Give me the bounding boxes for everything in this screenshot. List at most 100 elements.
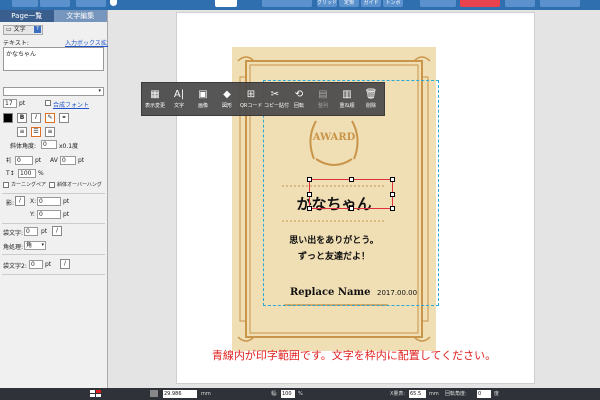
shape-icon: ◆ xyxy=(223,89,231,100)
resize-handle[interactable] xyxy=(307,192,312,197)
rotation-unit: x0.1度 xyxy=(59,143,79,150)
xscale-input[interactable]: 65.5 xyxy=(409,390,426,398)
text-tool-button[interactable]: A| 文字 xyxy=(168,87,190,115)
view-change-button[interactable]: ▦ 表示変更 xyxy=(144,87,166,115)
bold-button[interactable]: B xyxy=(17,113,27,123)
tool-label: 整列 xyxy=(317,103,328,109)
ruler-button[interactable]: 定規 xyxy=(339,0,359,7)
top-button-2[interactable] xyxy=(40,0,70,7)
text-icon: A| xyxy=(173,89,185,100)
top-button-right2[interactable] xyxy=(505,0,535,7)
xscale-label: X量表: xyxy=(390,391,406,397)
rotation-angle-input[interactable]: 0 xyxy=(477,390,491,398)
top-button-1[interactable] xyxy=(12,0,38,7)
align-right-icon[interactable]: ≡ xyxy=(45,127,55,137)
resize-handle[interactable] xyxy=(390,192,395,197)
width-label: 幅: xyxy=(271,391,278,397)
font-size-input[interactable]: 17 xyxy=(3,99,17,108)
grid-icon xyxy=(90,394,95,397)
position-icon xyxy=(150,390,158,397)
top-button-main[interactable] xyxy=(262,0,312,7)
print-area-notice: 青線内が印字範囲です。文字を枠内に配置してください。 xyxy=(211,349,497,362)
italic-button[interactable]: I xyxy=(31,113,41,123)
bottom-status-bar: 29.986 mm 幅: 100 % X量表: 65.5 mm 回転角度: 0 … xyxy=(0,388,600,400)
chevron-down-icon: ▾ xyxy=(98,88,101,94)
top-button-right3[interactable] xyxy=(540,0,580,7)
overhang-label: 斜体オーバーハング xyxy=(57,182,102,188)
synth-font-link[interactable]: 合成フォント xyxy=(53,100,89,109)
image-tool-button[interactable]: ▣ 画像 xyxy=(192,87,214,115)
align-left-icon[interactable]: ≡ xyxy=(17,127,27,137)
tab-text-edit[interactable]: 文字編集 xyxy=(53,10,107,22)
tracking-input[interactable]: 0 xyxy=(15,156,33,165)
outline2-input[interactable]: 0 xyxy=(29,260,43,269)
top-button-right[interactable] xyxy=(420,0,456,7)
scale-input[interactable]: 100 xyxy=(18,169,36,178)
x-position-input[interactable]: 29.986 xyxy=(163,390,197,398)
shadow-y-value: 0 xyxy=(39,211,43,218)
tab-page-list[interactable]: Page一覧 xyxy=(0,10,54,22)
resize-handle[interactable] xyxy=(349,177,354,182)
overhang-checkbox[interactable] xyxy=(49,182,55,188)
rotation-angle-label: 回転角度: xyxy=(445,391,467,397)
shadow-x-input[interactable]: 0 xyxy=(37,197,61,206)
outline-color-swatch[interactable]: ∕ xyxy=(52,226,62,236)
width-unit: % xyxy=(298,391,303,397)
print-button[interactable] xyxy=(460,0,500,7)
text-color-swatch[interactable] xyxy=(3,113,13,123)
rotation-input[interactable]: 0 xyxy=(41,140,57,149)
help-icon[interactable]: ? xyxy=(34,26,41,33)
font-select[interactable]: ▾ xyxy=(3,87,104,96)
tombo-button[interactable]: トンボ xyxy=(383,0,403,7)
top-input[interactable] xyxy=(215,0,237,7)
guide-button[interactable]: ガイド xyxy=(361,0,381,7)
resize-handle[interactable] xyxy=(390,206,395,211)
tool-label: 画像 xyxy=(197,103,208,109)
align-button[interactable]: ▤ 整列 xyxy=(312,87,334,115)
corner-select[interactable]: 角 ▾ xyxy=(24,241,46,250)
info-icon[interactable] xyxy=(110,0,117,6)
text-input[interactable]: かなちゃん xyxy=(3,47,104,71)
shape-tool-button[interactable]: ◆ 図形 xyxy=(216,87,238,115)
grid-button[interactable]: グリッド xyxy=(317,0,337,7)
outline2-color-swatch[interactable]: ∕ xyxy=(60,259,70,269)
outline-input[interactable]: 0 xyxy=(24,227,38,236)
synth-font-checkbox[interactable] xyxy=(45,100,51,106)
shadow-x-label: X: xyxy=(30,198,37,205)
chevron-down-icon: ▾ xyxy=(41,242,44,248)
shadow-color-swatch[interactable]: ∕ xyxy=(15,196,25,206)
resize-handle[interactable] xyxy=(307,177,312,182)
outline2-value: 0 xyxy=(31,261,35,268)
vertical-text-icon[interactable]: ✎ xyxy=(45,113,55,123)
av-value: 0 xyxy=(62,157,66,164)
tool-label: 文字 xyxy=(173,103,184,109)
left-panel: Page一覧 文字編集 ▭ 文字 ? テキスト: 入力ボックス拡大 かなちゃん … xyxy=(0,10,113,388)
grid-icon xyxy=(96,390,101,393)
kerning-checkbox[interactable] xyxy=(3,182,9,188)
top-button-3[interactable] xyxy=(76,0,106,7)
trash-icon: 🗑 xyxy=(364,89,378,100)
copy-paste-button[interactable]: ✂ コピー貼付 xyxy=(264,87,289,115)
resize-handle[interactable] xyxy=(390,177,395,182)
rotate-button[interactable]: ⟲ 回転 xyxy=(288,87,310,115)
resize-handle[interactable] xyxy=(307,206,312,211)
delete-button[interactable]: 🗑 削除 xyxy=(360,87,382,115)
tracking-icon: ‡| xyxy=(6,157,12,164)
align-center-icon[interactable]: ☰ xyxy=(31,127,41,137)
shadow-y-input[interactable]: 0 xyxy=(37,210,61,219)
scale-icon: T↕ xyxy=(6,170,15,177)
outline-value: 0 xyxy=(26,228,30,235)
layer-order-button[interactable]: ▥ 重ね順 xyxy=(336,87,358,115)
shadow-label: 影: xyxy=(6,200,15,207)
expand-input-link[interactable]: 入力ボックス拡大 xyxy=(65,38,113,47)
tracking-value: 0 xyxy=(17,157,21,164)
link-icon[interactable]: ⚭ xyxy=(59,113,69,123)
resize-handle[interactable] xyxy=(349,206,354,211)
av-input[interactable]: 0 xyxy=(60,156,76,165)
width-input[interactable]: 100 xyxy=(281,390,295,398)
text-section-icon: ▭ xyxy=(6,26,14,33)
qr-tool-button[interactable]: ⊞ QRコード xyxy=(240,87,262,115)
corner-value: 角 xyxy=(26,242,33,249)
tracking-unit: pt xyxy=(35,157,42,164)
selection-box[interactable] xyxy=(307,177,395,211)
